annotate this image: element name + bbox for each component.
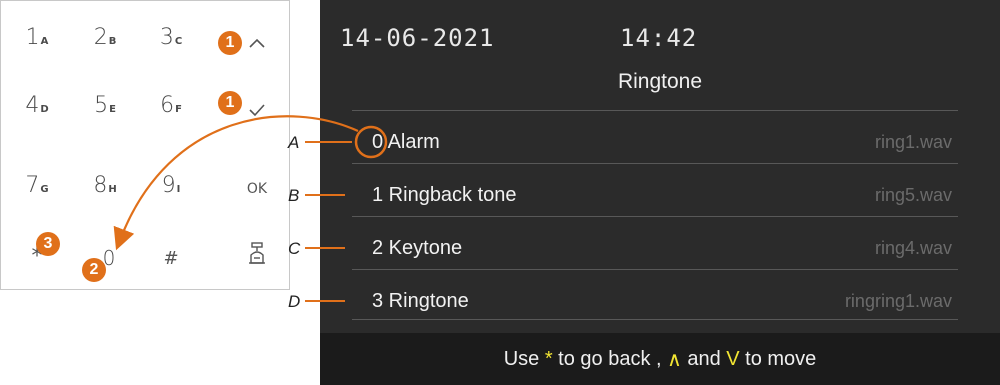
list-item-ringback[interactable]: 1 Ringback tone ring5.wav	[372, 175, 958, 215]
list-item-label: 2 Keytone	[372, 236, 463, 259]
check-icon[interactable]	[237, 87, 277, 117]
key-6[interactable]: 6F	[151, 87, 191, 117]
door-bell-icon[interactable]	[237, 237, 277, 267]
divider	[352, 319, 958, 320]
list-item-label: 1 Ringback tone	[372, 183, 517, 206]
list-item-label: 0 Alarm	[372, 130, 440, 153]
page-title: Ringtone	[617, 70, 703, 93]
date-display: 14-06-2021	[340, 24, 495, 52]
help-bar: Use * to go back , ∧ and V to move	[320, 333, 1000, 385]
list-item-file: ring5.wav	[874, 184, 952, 205]
hash-key[interactable]: #	[151, 239, 191, 269]
divider	[352, 110, 958, 111]
list-item-alarm[interactable]: 0 Alarm ring1.wav	[372, 122, 958, 162]
key-7[interactable]: 7G	[17, 167, 57, 197]
device-screen: 14-06-2021 14:42 Ringtone 0 Alarm ring1.…	[320, 0, 1000, 385]
marker-b: B	[288, 186, 300, 205]
list-item-file: ring1.wav	[874, 131, 952, 152]
key-1[interactable]: 1A	[17, 19, 57, 49]
callout-badge-1-up: 1	[218, 31, 242, 55]
callout-badge-2: 2	[82, 258, 106, 282]
callout-badge-1-confirm: 1	[218, 91, 242, 115]
key-4[interactable]: 4D	[17, 87, 57, 117]
asterisk-icon: *	[544, 347, 553, 370]
callout-badge-3: 3	[36, 232, 60, 256]
key-9[interactable]: 9I	[151, 167, 191, 197]
key-5[interactable]: 5E	[85, 87, 125, 117]
marker-d: D	[288, 292, 301, 311]
list-item-ringtone[interactable]: 3 Ringtone ringring1.wav	[372, 281, 958, 321]
chevron-up-icon[interactable]	[237, 19, 277, 49]
key-2[interactable]: 2B	[85, 19, 125, 49]
time-display: 14:42	[620, 24, 698, 52]
marker-c: C	[288, 239, 301, 258]
list-item-file: ringring1.wav	[844, 290, 952, 311]
divider	[352, 163, 958, 164]
divider	[352, 216, 958, 217]
list-item-label: 3 Ringtone	[372, 289, 469, 312]
key-3[interactable]: 3C	[151, 19, 191, 49]
divider	[352, 269, 958, 270]
chevron-up-icon: ∧	[667, 348, 682, 371]
marker-a: A	[288, 133, 300, 152]
chevron-down-icon: V	[726, 347, 740, 370]
ok-key[interactable]: OK	[237, 167, 277, 197]
list-item-file: ring4.wav	[874, 237, 952, 258]
list-item-keytone[interactable]: 2 Keytone ring4.wav	[372, 228, 958, 268]
key-8[interactable]: 8H	[85, 167, 125, 197]
